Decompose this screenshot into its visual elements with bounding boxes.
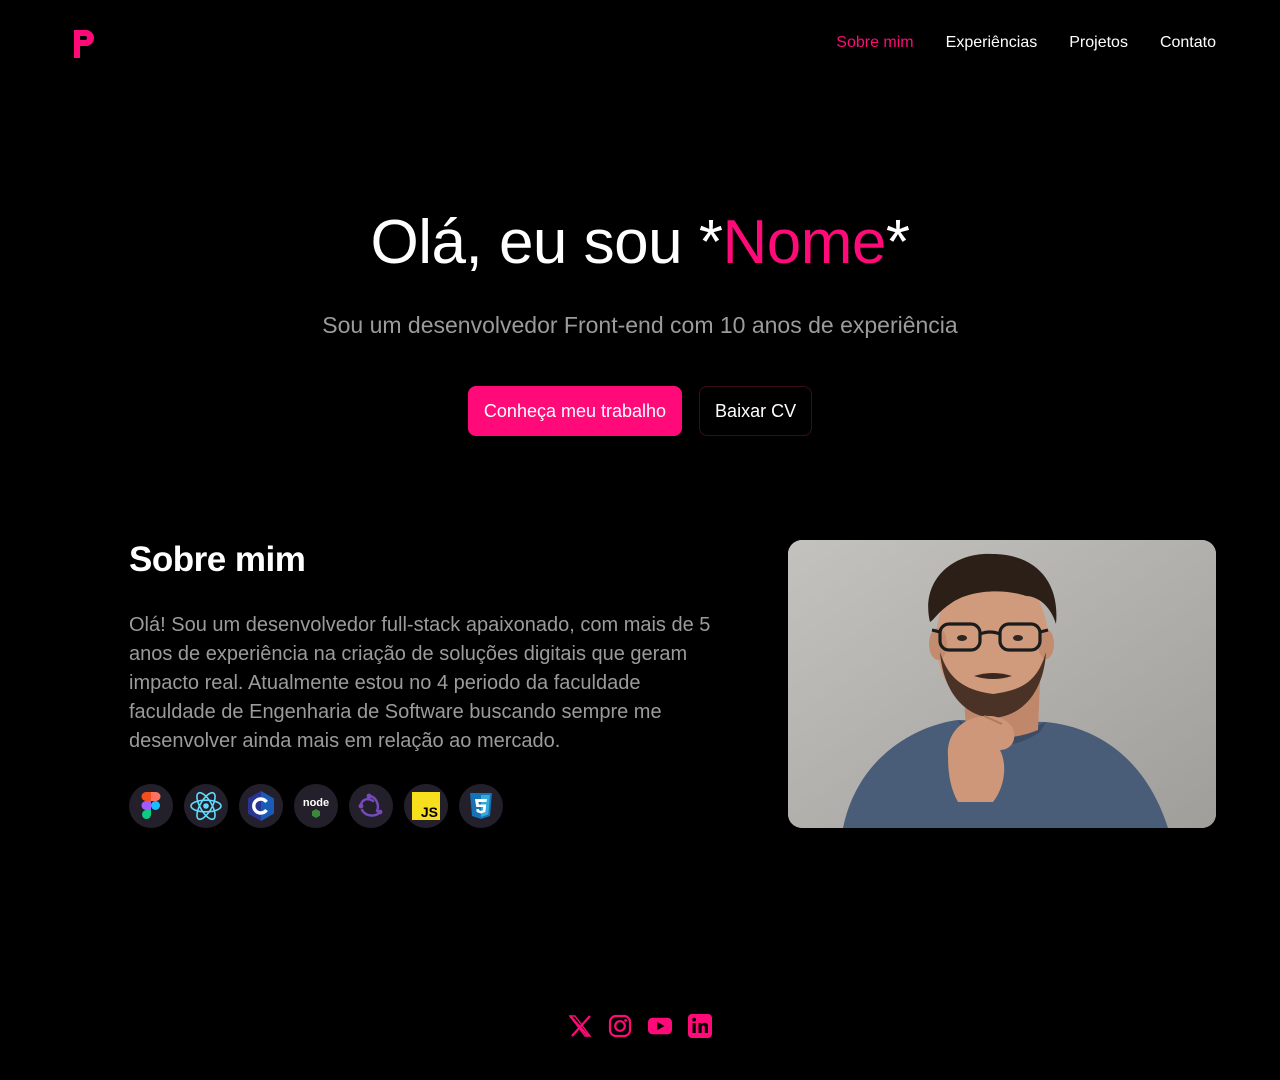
conheca-trabalho-button[interactable]: Conheça meu trabalho: [467, 386, 683, 436]
hero-title: Olá, eu sou *Nome*: [0, 205, 1280, 281]
main-nav: Sobre mim Experiências Projetos Contato: [836, 33, 1216, 53]
portrait-photo: [788, 540, 1216, 828]
node-label: node: [303, 797, 329, 809]
logo[interactable]: [72, 28, 96, 60]
react-icon: [184, 784, 228, 828]
nav-sobre-mim[interactable]: Sobre mim: [836, 33, 913, 53]
x-icon[interactable]: [568, 1012, 592, 1040]
about-text: Olá! Sou um desenvolvedor full-stack apa…: [129, 614, 711, 752]
linkedin-icon[interactable]: [688, 1012, 712, 1040]
redux-icon: [349, 784, 393, 828]
youtube-icon[interactable]: [648, 1012, 672, 1040]
nav-contato[interactable]: Contato: [1160, 33, 1216, 53]
hero-subtitle: Sou um desenvolvedor Front-end com 10 an…: [322, 312, 958, 338]
node-icon: node: [294, 784, 338, 828]
hero-title-name: Nome: [722, 208, 886, 277]
nav-experiencias[interactable]: Experiências: [946, 33, 1038, 53]
js-label: JS: [421, 804, 438, 820]
instagram-icon[interactable]: [608, 1012, 632, 1040]
nav-projetos[interactable]: Projetos: [1069, 33, 1128, 53]
javascript-icon: JS: [404, 784, 448, 828]
hero-title-prefix: Olá, eu sou *: [370, 208, 723, 277]
social-links: [0, 1012, 1280, 1040]
tech-stack: node JS: [129, 784, 503, 828]
hero-actions: Conheça meu trabalho Baixar CV: [0, 386, 1280, 436]
hero-title-suffix: *: [885, 208, 910, 277]
css3-icon: [459, 784, 503, 828]
baixar-cv-button[interactable]: Baixar CV: [699, 386, 813, 436]
c-icon: [239, 784, 283, 828]
figma-icon: [129, 784, 173, 828]
about-title: Sobre mim: [129, 540, 306, 579]
